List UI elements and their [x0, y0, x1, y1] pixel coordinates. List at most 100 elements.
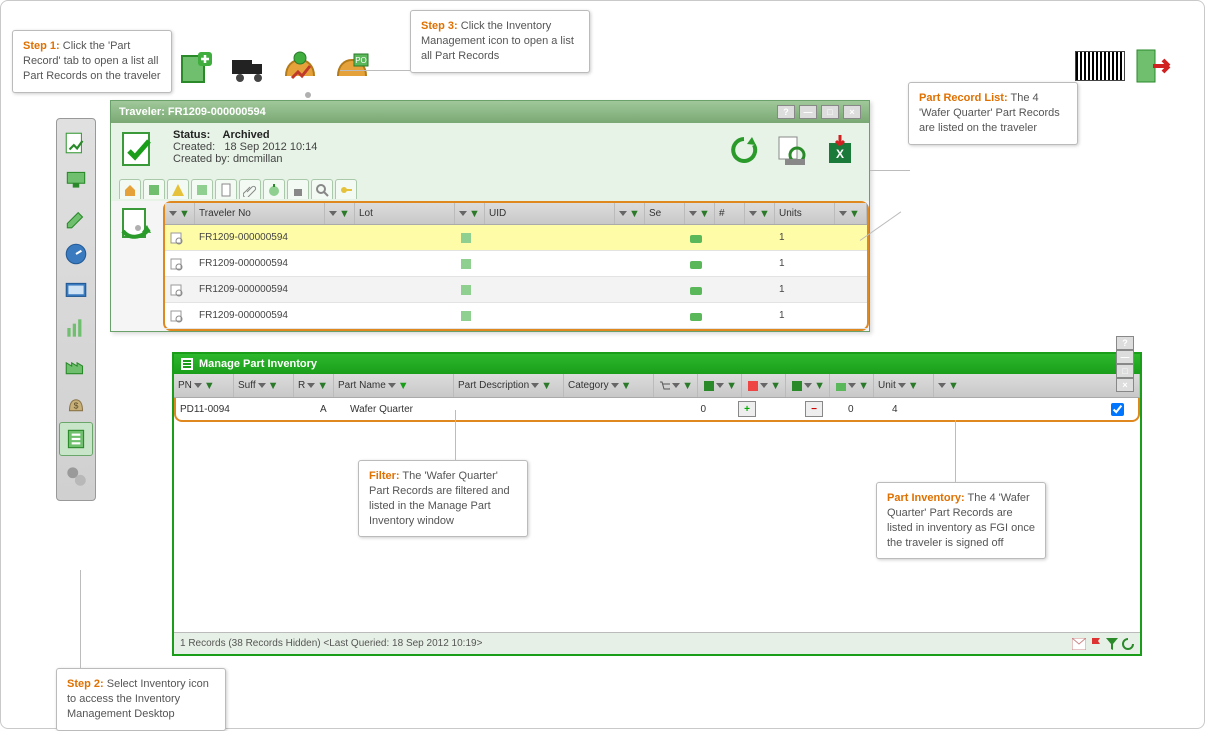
- traveler-titlebar: Traveler: FR1209-000000594 ? — □ ×: [111, 101, 869, 123]
- mpi-cell-q1: 0: [700, 404, 706, 415]
- sidebar-item-settings[interactable]: [59, 459, 93, 493]
- increment-button[interactable]: +: [738, 401, 756, 417]
- tab-attach[interactable]: [239, 179, 261, 199]
- delete-col-icon: [746, 379, 758, 393]
- tab-info[interactable]: [143, 179, 165, 199]
- table-row[interactable]: FR1209-000000594 1: [165, 277, 867, 303]
- top-right-controls: [1075, 48, 1175, 84]
- mpi-col-suff[interactable]: Suff: [238, 380, 256, 391]
- toolbar-inventory-mgmt-icon[interactable]: [278, 46, 322, 90]
- mpi-cell-q3: 4: [892, 404, 898, 415]
- print-preview-icon[interactable]: [771, 129, 813, 171]
- restore-button[interactable]: □: [821, 105, 839, 119]
- tab-doc[interactable]: [215, 179, 237, 199]
- mpi-row[interactable]: PD11-0094 A Wafer Quarter 0 + − 0 4: [174, 398, 1140, 422]
- svg-text:PO: PO: [355, 56, 367, 65]
- status-label: Status:: [173, 129, 210, 141]
- minimize-button[interactable]: —: [799, 105, 817, 119]
- floppy-col-icon: [790, 379, 802, 393]
- mpi-minimize-button[interactable]: —: [1116, 350, 1134, 364]
- col-units[interactable]: Units: [779, 208, 802, 219]
- table-row[interactable]: FR1209-000000594 1: [165, 303, 867, 329]
- mail-icon[interactable]: [1072, 638, 1086, 650]
- export-excel-icon[interactable]: X: [819, 129, 861, 171]
- sidebar-item-dashboard[interactable]: [59, 237, 93, 271]
- toolbar-purchase-icon[interactable]: PO: [330, 46, 374, 90]
- cell-units: 1: [779, 232, 785, 243]
- mpi-help-button[interactable]: ?: [1116, 336, 1134, 350]
- mpi-cell-name: Wafer Quarter: [350, 404, 413, 415]
- mpi-col-name[interactable]: Part Name: [338, 380, 386, 391]
- col-travno[interactable]: Traveler No: [199, 208, 251, 219]
- mpi-col-unit[interactable]: Unit: [878, 380, 896, 391]
- createdby-label: Created by:: [173, 153, 230, 165]
- mpi-cell-q2: 0: [848, 404, 854, 415]
- col-hash[interactable]: #: [719, 208, 725, 219]
- mpi-col-pn[interactable]: PN: [178, 380, 192, 391]
- close-button[interactable]: ×: [843, 105, 861, 119]
- mpi-col-desc[interactable]: Part Description: [458, 380, 529, 391]
- mpi-row-checkbox[interactable]: [1111, 403, 1124, 416]
- sidebar-item-cost[interactable]: $: [59, 385, 93, 419]
- grid-header: ▼ Traveler No ▼ Lot ▼ UID ▼ Se ▼ # ▼ Uni…: [165, 203, 867, 225]
- sidebar-item-kiosk[interactable]: [59, 163, 93, 197]
- col-se[interactable]: Se: [649, 208, 661, 219]
- mpi-cell-r: A: [320, 404, 327, 415]
- callout-step3: Step 3: Click the Inventory Management i…: [410, 10, 590, 73]
- col-lot[interactable]: Lot: [359, 208, 373, 219]
- help-button[interactable]: ?: [777, 105, 795, 119]
- table-row[interactable]: FR1209-000000594 1: [165, 251, 867, 277]
- sidebar-item-inventory[interactable]: [59, 422, 93, 456]
- flag-icon[interactable]: [1090, 638, 1102, 650]
- sidebar-item-charts[interactable]: [59, 311, 93, 345]
- save-col-icon: [702, 379, 714, 393]
- filter-label: Filter:: [369, 470, 400, 482]
- partlist-label: Part Record List:: [919, 92, 1008, 104]
- tab-search[interactable]: [311, 179, 333, 199]
- col-uid[interactable]: UID: [489, 208, 506, 219]
- mpi-status-text: 1 Records (38 Records Hidden) <Last Quer…: [180, 638, 482, 649]
- mpi-statusbar: 1 Records (38 Records Hidden) <Last Quer…: [174, 632, 1140, 654]
- filter-status-icon[interactable]: [1106, 638, 1118, 650]
- created-label: Created:: [173, 141, 215, 153]
- mpi-cell-pn: PD11-0094: [180, 404, 230, 415]
- tab-key[interactable]: [335, 179, 357, 199]
- table-row[interactable]: FR1209-000000594 1: [165, 225, 867, 251]
- sidebar-item-edit[interactable]: [59, 200, 93, 234]
- toolbar-delivery-icon[interactable]: [226, 46, 270, 90]
- top-toolbar: PO: [174, 46, 374, 90]
- sidebar-item-factory[interactable]: [59, 348, 93, 382]
- mpi-title: Manage Part Inventory: [199, 358, 317, 370]
- tab-grid[interactable]: [191, 179, 213, 199]
- decrement-button[interactable]: −: [805, 401, 823, 417]
- sidebar-item-terminal[interactable]: [59, 274, 93, 308]
- callout-step1: Step 1: Click the 'Part Record' tab to o…: [12, 30, 172, 93]
- tab-alarm[interactable]: [263, 179, 285, 199]
- tab-home[interactable]: [119, 179, 141, 199]
- status-value: Archived: [223, 129, 270, 141]
- traveler-title: Traveler: FR1209-000000594: [119, 106, 266, 118]
- inv-label: Part Inventory:: [887, 492, 965, 504]
- refresh-status-icon[interactable]: [1122, 638, 1134, 650]
- callout-step2: Step 2: Select Inventory icon to access …: [56, 668, 226, 731]
- exit-icon[interactable]: [1135, 48, 1175, 84]
- callout-inventory: Part Inventory: The 4 'Wafer Quarter' Pa…: [876, 482, 1046, 559]
- step2-label: Step 2:: [67, 678, 104, 690]
- sidebar-item-traveler[interactable]: [59, 126, 93, 160]
- cart-icon: [658, 379, 670, 393]
- cell-travno: FR1209-000000594: [199, 232, 288, 243]
- refresh-icon[interactable]: [723, 129, 765, 171]
- svg-text:X: X: [836, 147, 844, 161]
- tab-warn[interactable]: [167, 179, 189, 199]
- callout-partlist: Part Record List: The 4 'Wafer Quarter' …: [908, 82, 1078, 145]
- box-col-icon: [834, 379, 846, 393]
- mpi-col-r[interactable]: R: [298, 380, 305, 391]
- callout-filter: Filter: The 'Wafer Quarter' Part Records…: [358, 460, 528, 537]
- tab-unlock[interactable]: [287, 179, 309, 199]
- toolbar-add-icon[interactable]: [174, 46, 218, 90]
- mpi-grid-header: PN▼ Suff▼ R▼ Part Name▼ Part Description…: [174, 374, 1140, 398]
- left-sidebar: $: [56, 118, 96, 501]
- mpi-title-icon: [180, 357, 194, 371]
- mpi-col-cat[interactable]: Category: [568, 380, 609, 391]
- barcode-icon[interactable]: [1075, 51, 1125, 81]
